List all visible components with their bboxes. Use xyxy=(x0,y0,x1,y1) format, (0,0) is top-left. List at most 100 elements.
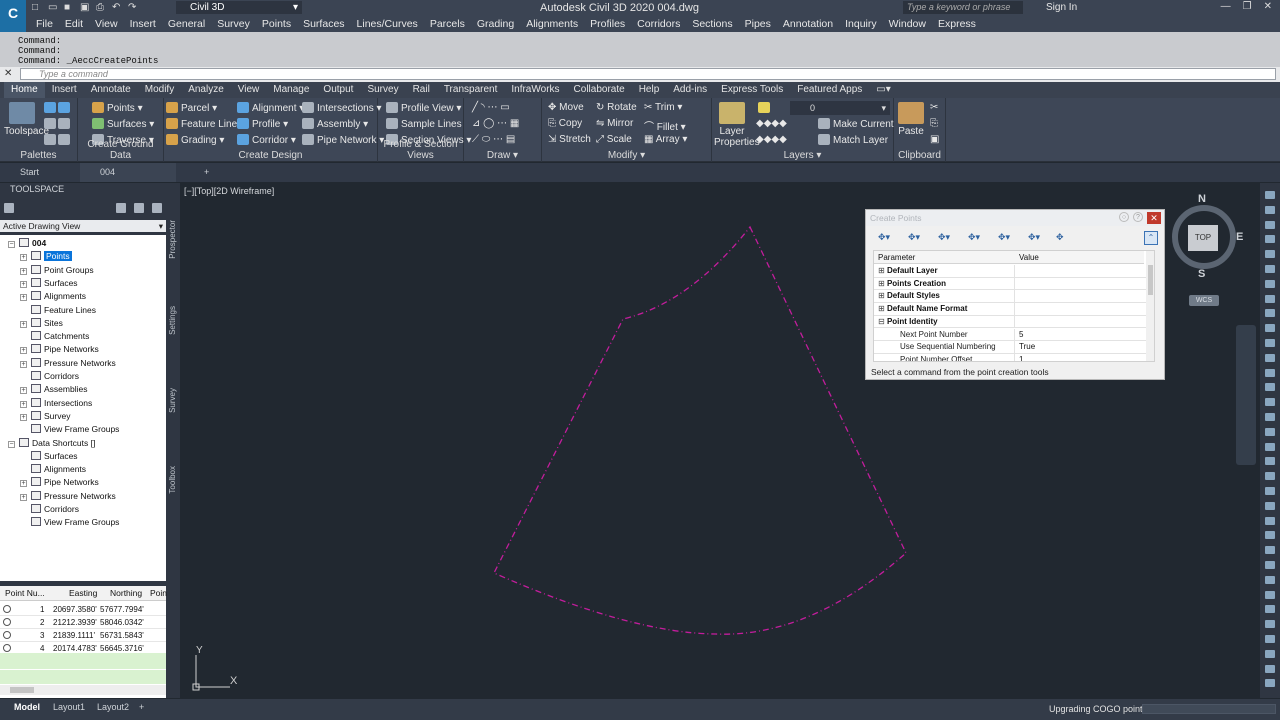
copy-button[interactable]: ⎘ Copy xyxy=(548,118,582,129)
save-as-icon[interactable]: ▣ xyxy=(80,2,90,13)
tool-icon[interactable] xyxy=(1265,309,1275,318)
expand-icon[interactable] xyxy=(20,518,27,525)
array-button[interactable]: ▦ Array ▾ xyxy=(644,134,687,145)
tool-icon[interactable] xyxy=(1265,501,1275,510)
tool-icon[interactable] xyxy=(1265,575,1275,584)
copy-clip-icon[interactable]: ⎘ xyxy=(930,118,938,129)
sign-in-button[interactable]: Sign In xyxy=(1046,2,1077,13)
new-file-tab-button[interactable]: + xyxy=(184,163,229,182)
ribbon-tab-help[interactable]: Help xyxy=(632,82,667,98)
polyline-icon[interactable]: ⟋ ⬭ ⋯ ▤ xyxy=(472,134,515,145)
tree-item[interactable]: + Pipe Networks xyxy=(20,476,99,488)
tool-icon[interactable] xyxy=(1265,205,1275,214)
ribbon-tab-infraworks[interactable]: InfraWorks xyxy=(504,82,566,98)
tool-icon[interactable] xyxy=(1265,235,1275,244)
compass-north[interactable]: N xyxy=(1198,193,1206,205)
tool-icon[interactable] xyxy=(1265,635,1275,643)
column-point-number[interactable]: Point Nu... xyxy=(5,586,45,601)
vertical-scrollbar[interactable] xyxy=(1146,251,1154,361)
toolspace-tool-1-icon[interactable] xyxy=(116,203,126,213)
toolspace-menu-icon[interactable] xyxy=(4,203,14,213)
menu-general[interactable]: General xyxy=(162,17,211,31)
tool-icon[interactable] xyxy=(1265,294,1275,303)
alignment-points-icon[interactable]: ✥▾ xyxy=(938,232,958,244)
tool-icon[interactable] xyxy=(1265,546,1275,555)
ribbon-tab-survey[interactable]: Survey xyxy=(360,82,405,98)
tool-icon[interactable] xyxy=(1265,250,1275,259)
tool-icon[interactable] xyxy=(1265,191,1275,199)
parameter-row[interactable]: Point Number Offset 1 xyxy=(874,353,1146,361)
profile-button[interactable]: Profile ▾ xyxy=(237,118,288,130)
line-icon[interactable]: ╱ ◝ ⋯ ▭ xyxy=(472,102,510,113)
expand-icon[interactable]: + xyxy=(20,347,27,355)
ribbon-tab-view[interactable]: View xyxy=(231,82,267,98)
tool-icon[interactable] xyxy=(1265,457,1275,466)
tree-item[interactable]: + Points xyxy=(20,250,72,262)
survey-icon[interactable] xyxy=(44,118,59,130)
layer-properties-button[interactable]: Layer Properties xyxy=(714,102,760,148)
ribbon-tab-featured-apps[interactable]: Featured Apps xyxy=(790,82,869,98)
expand-icon[interactable] xyxy=(20,505,27,512)
match-layer-button[interactable]: Match Layer xyxy=(818,134,888,146)
tool-icon[interactable] xyxy=(1265,605,1275,614)
panel-title-draw[interactable]: Draw ▾ xyxy=(464,150,541,161)
expand-icon[interactable] xyxy=(20,452,27,459)
menu-annotation[interactable]: Annotation xyxy=(777,17,839,31)
tree-item[interactable]: + Survey xyxy=(20,410,70,422)
tool-icon[interactable] xyxy=(1265,279,1275,288)
tool-icon[interactable] xyxy=(1265,590,1275,599)
add-layout-button[interactable]: + xyxy=(139,702,144,712)
expand-icon[interactable]: + xyxy=(20,267,27,275)
tab-survey[interactable]: Survey xyxy=(168,388,177,413)
pipe-network-button[interactable]: Pipe Network ▾ xyxy=(302,134,384,146)
workspace-dropdown[interactable]: Civil 3D xyxy=(176,1,302,14)
expand-icon[interactable]: + xyxy=(20,280,27,288)
tool-icon[interactable] xyxy=(1265,531,1275,540)
tree-item[interactable]: + Pressure Networks xyxy=(20,357,116,369)
tool-icon[interactable] xyxy=(1265,487,1275,495)
layer-tools-icon[interactable]: ◆◆◆◆ xyxy=(756,118,787,129)
tool-icon[interactable] xyxy=(1265,561,1275,569)
scale-button[interactable]: ⤢ Scale xyxy=(596,134,632,145)
intersections-button[interactable]: Intersections ▾ xyxy=(302,102,382,114)
panel-title-create-ground-data[interactable]: Create Ground Data xyxy=(78,139,163,161)
tool-icon[interactable] xyxy=(1265,620,1275,629)
ribbon-tab-home[interactable]: Home xyxy=(4,82,45,98)
tree-item[interactable]: − Data Shortcuts [] xyxy=(8,437,95,449)
new-icon[interactable]: □ xyxy=(32,2,42,13)
layer-state-icon[interactable] xyxy=(758,102,773,114)
help-search-input[interactable]: Type a keyword or phrase xyxy=(903,1,1023,14)
menu-window[interactable]: Window xyxy=(883,17,932,31)
tree-item[interactable]: + Point Groups xyxy=(20,264,94,276)
feature-line-button[interactable]: Feature Line ▾ xyxy=(166,118,245,130)
expand-icon[interactable] xyxy=(20,332,27,339)
interpolate-points-icon[interactable]: ✥▾ xyxy=(998,232,1018,244)
horizontal-scrollbar[interactable] xyxy=(0,685,166,695)
tab-prospector[interactable]: Prospector xyxy=(168,220,177,259)
parameter-row[interactable]: Default Styles xyxy=(874,290,1146,303)
undo-icon[interactable]: ↶ xyxy=(112,2,122,13)
viewcube-top-face[interactable]: TOP xyxy=(1188,225,1218,251)
panel-title-create-design[interactable]: Create Design xyxy=(164,150,377,161)
app-menu-button[interactable]: C xyxy=(0,0,26,32)
menu-inquiry[interactable]: Inquiry xyxy=(839,17,883,31)
tool-icon[interactable] xyxy=(1265,353,1275,362)
menu-survey[interactable]: Survey xyxy=(211,17,256,31)
expand-icon[interactable]: + xyxy=(20,400,27,408)
parameter-row[interactable]: Next Point Number 5 xyxy=(874,328,1146,341)
grading-button[interactable]: Grading ▾ xyxy=(166,134,224,146)
ribbon-tab-modify[interactable]: Modify xyxy=(138,82,181,98)
menu-points[interactable]: Points xyxy=(256,17,297,31)
minimize-icon[interactable]: — xyxy=(1221,1,1231,12)
tree-item[interactable]: + Pipe Networks xyxy=(20,343,99,355)
expand-icon[interactable] xyxy=(20,372,27,379)
tree-item[interactable]: Feature Lines xyxy=(20,304,96,316)
parameter-value[interactable]: 1 xyxy=(1019,354,1023,361)
dialog-help-icon[interactable]: ? xyxy=(1133,212,1143,222)
menu-insert[interactable]: Insert xyxy=(124,17,162,31)
column-point-extra[interactable]: Poin xyxy=(150,586,167,601)
make-current-button[interactable]: Make Current xyxy=(818,118,894,130)
tree-item[interactable]: + Surfaces xyxy=(20,277,78,289)
menu-edit[interactable]: Edit xyxy=(59,17,89,31)
properties-icon[interactable] xyxy=(44,134,59,146)
